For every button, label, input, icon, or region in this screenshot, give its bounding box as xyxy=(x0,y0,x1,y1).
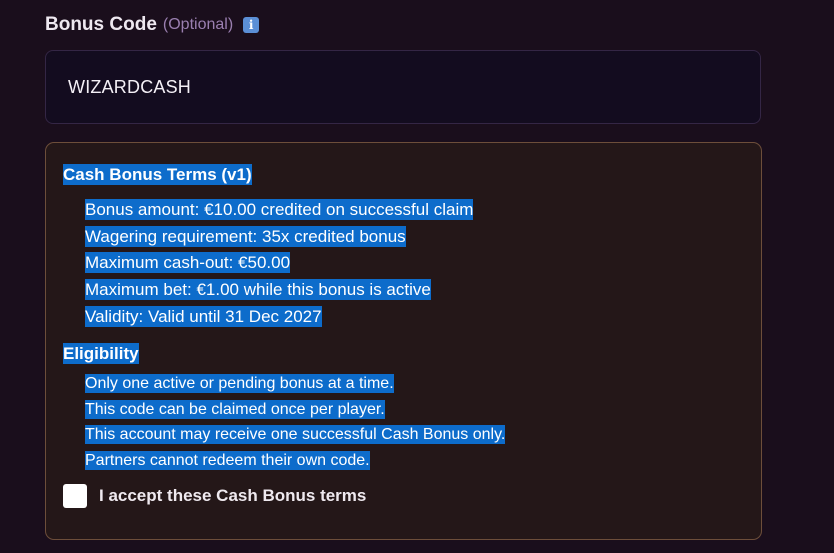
bonus-code-label-row: Bonus Code (Optional) i xyxy=(45,13,260,37)
cash-bonus-terms-panel: Cash Bonus Terms (v1) Bonus amount: €10.… xyxy=(45,142,762,540)
bonus-code-input[interactable]: WIZARDCASH xyxy=(45,50,761,124)
eligibility-title: Eligibility xyxy=(63,343,139,364)
info-icon[interactable]: i xyxy=(243,17,260,33)
terms-detail-max-bet: Maximum bet: €1.00 while this bonus is a… xyxy=(85,279,431,300)
terms-detail-wagering: Wagering requirement: 35x credited bonus xyxy=(85,226,406,247)
terms-title: Cash Bonus Terms (v1) xyxy=(63,164,252,185)
accept-terms-label[interactable]: I accept these Cash Bonus terms xyxy=(99,486,366,506)
eligibility-item-one-cash-bonus: This account may receive one successful … xyxy=(85,425,506,444)
eligibility-item-partners: Partners cannot redeem their own code. xyxy=(85,451,370,470)
eligibility-item-one-active: Only one active or pending bonus at a ti… xyxy=(85,374,394,393)
terms-detail-bonus-amount: Bonus amount: €10.00 credited on success… xyxy=(85,199,474,220)
accept-terms-checkbox[interactable] xyxy=(63,484,87,508)
accept-terms-row[interactable]: I accept these Cash Bonus terms xyxy=(63,484,366,508)
optional-hint: (Optional) xyxy=(162,16,234,33)
bonus-code-value: WIZARDCASH xyxy=(68,76,191,97)
eligibility-item-once-per-player: This code can be claimed once per player… xyxy=(85,400,385,419)
terms-detail-validity: Validity: Valid until 31 Dec 2027 xyxy=(85,306,322,327)
bonus-code-label: Bonus Code xyxy=(45,14,157,35)
terms-detail-max-cashout: Maximum cash-out: €50.00 xyxy=(85,252,291,273)
